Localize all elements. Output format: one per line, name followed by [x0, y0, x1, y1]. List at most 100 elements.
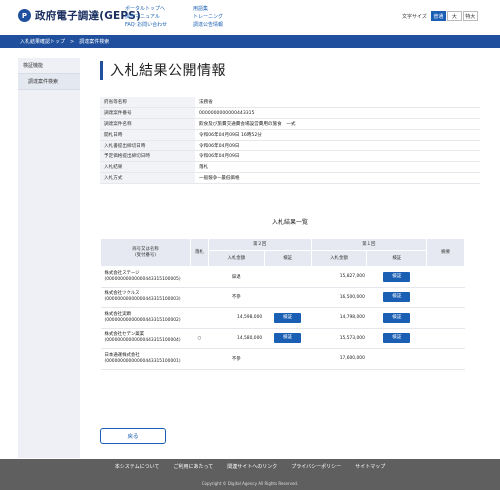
round2-amount: 14,580,000 — [208, 328, 265, 349]
case-info-table: 府省等名称 法務省 調達案件番号 0000000000000443315 調達案件名… — [100, 97, 480, 184]
geps-logo-icon: P — [18, 9, 31, 22]
company-number: (00000000000000443315100003) — [104, 297, 181, 303]
title-accent-bar — [100, 60, 103, 80]
table-row: 株式会社ツクルス (00000000000000443315100003) 不参 16… — [100, 287, 465, 308]
round1-amount: 14,798,000 — [311, 307, 367, 329]
round2-verify-cell: 検証 — [264, 307, 312, 329]
award-mark — [190, 266, 209, 288]
info-row: 入札書提出締切日時 令和06年04月09日 — [100, 140, 480, 152]
info-key: 調達案件番号 — [100, 107, 195, 120]
round2-amount: 14,598,000 — [208, 307, 265, 329]
company-number: (00000000000000443315100005) — [104, 276, 181, 282]
header-links-right: 用語集 トレーニング 調達公告情報 — [193, 5, 223, 29]
back-button[interactable]: 戻る — [100, 428, 166, 444]
info-row: 入札方式 一般競争−最低価格 — [100, 172, 480, 184]
verify-button[interactable]: 検証 — [383, 292, 411, 303]
award-mark — [190, 348, 209, 370]
col-company-header: 商号又は名称 (受付番号) — [100, 238, 191, 267]
manual-link[interactable]: 操作マニュアル — [125, 13, 167, 21]
info-key: 調達案件名称 — [100, 118, 195, 130]
info-row: 入札結果 落札 — [100, 161, 480, 174]
sidebar-item-search[interactable]: 調達案件検索 — [18, 74, 80, 90]
font-size-normal-button[interactable]: 普通 — [430, 11, 446, 21]
site-footer: 本システムについて ご利用にあたって 関連サイトへのリンク プライバシーポリシー… — [0, 459, 500, 490]
page-title-text: 入札結果公開情報 — [110, 63, 226, 79]
procurement-info-link[interactable]: 調達公告情報 — [193, 21, 223, 29]
company-cell: 株式会社ステージ (00000000000000443315100005) — [100, 266, 191, 288]
round2-amount: 不参 — [208, 287, 265, 308]
round2-amount: 辞退 — [208, 266, 265, 288]
font-size-xlarge-button[interactable]: 特大 — [462, 11, 478, 21]
info-key: 入札方式 — [100, 172, 195, 184]
footer-link-about[interactable]: 本システムについて — [115, 463, 160, 470]
footer-link-related[interactable]: 関連サイトへのリンク — [227, 463, 277, 470]
col-round1-verify-header: 検証 — [366, 250, 428, 267]
round1-amount: 17,600,000 — [311, 348, 367, 370]
col-round1-amount-header: 入札金額 — [310, 250, 368, 267]
remarks-cell — [426, 348, 465, 370]
col-round1-header: 第１回 — [310, 238, 428, 251]
info-row: 開札日時 令和06年04月09日 16時52分 — [100, 129, 480, 141]
results-table: 商号又は名称 (受付番号) 落札 第２回 第１回 摘要 入札金額 検証 入札金額… — [100, 238, 465, 370]
footer-link-terms[interactable]: ご利用にあたって — [174, 463, 214, 470]
page-title: 入札結果公開情報 — [100, 60, 480, 80]
table-row: 株式会社ステージ (00000000000000443315100005) 辞退 15… — [100, 266, 465, 288]
company-number: (00000000000000443315100001) — [104, 358, 181, 364]
header-links-left: ポータルトップへ 操作マニュアル FAQ･お問い合わせ — [125, 5, 167, 29]
company-cell: 株式会社ツクルス (00000000000000443315100003) — [100, 287, 191, 308]
breadcrumb-separator: > — [70, 38, 75, 45]
info-value: 落札 — [195, 161, 480, 174]
round2-amount: 不参 — [208, 348, 265, 370]
breadcrumb-current: 調達案件検索 — [79, 39, 110, 45]
info-key: 府省等名称 — [100, 97, 195, 109]
verify-button[interactable]: 検証 — [274, 333, 302, 344]
round2-verify-cell — [264, 348, 312, 370]
breadcrumb: 入札結果確認トップ > 調達案件検索 — [0, 35, 500, 48]
table-row: 日本通運株式会社 (00000000000000443315100001) 不参 17… — [100, 348, 465, 370]
footer-link-sitemap[interactable]: サイトマップ — [355, 463, 385, 470]
footer-link-privacy[interactable]: プライバシーポリシー — [291, 463, 341, 470]
round2-verify-cell — [264, 266, 312, 288]
results-title: 入札結果一覧 — [271, 219, 308, 226]
site-logo[interactable]: P 政府電子調達(GEPS) — [18, 8, 141, 23]
verify-button[interactable]: 検証 — [383, 312, 411, 323]
round1-verify-cell: 検証 — [366, 287, 427, 308]
award-mark — [190, 307, 209, 329]
info-value: 法務省 — [195, 97, 480, 109]
round1-amount: 16,500,000 — [311, 287, 367, 308]
verify-button[interactable]: 検証 — [274, 312, 302, 323]
info-key: 入札書提出締切日時 — [100, 140, 195, 152]
breadcrumb-top-link[interactable]: 入札結果確認トップ — [20, 38, 65, 45]
info-value: 0000000000000443315 — [195, 107, 480, 120]
award-mark — [190, 287, 209, 308]
round1-amount: 15,573,000 — [311, 328, 367, 349]
company-number: (00000000000000443315100004) — [104, 338, 181, 344]
info-row: 調達案件番号 0000000000000443315 — [100, 107, 480, 120]
font-size-large-button[interactable]: 大 — [446, 11, 462, 21]
col-round2-header: 第２回 — [207, 238, 312, 251]
info-value: 令和06年04月09日 16時52分 — [195, 129, 480, 141]
sidebar-item-verify[interactable]: 検証機能 — [18, 58, 80, 74]
info-row: 府省等名称 法務省 — [100, 97, 480, 109]
col-round2-amount-header: 入札金額 — [207, 250, 265, 267]
round2-verify-cell: 検証 — [264, 328, 312, 349]
glossary-link[interactable]: 用語集 — [193, 5, 223, 13]
main-content: 入札結果公開情報 府省等名称 法務省 調達案件番号 0000000000000443… — [100, 60, 480, 370]
remarks-cell — [426, 328, 465, 349]
info-key: 開札日時 — [100, 129, 195, 141]
info-row: 予定価格提出締切日時 令和06年04月09日 — [100, 150, 480, 163]
portal-top-link[interactable]: ポータルトップへ — [125, 5, 167, 13]
remarks-cell — [426, 266, 465, 288]
verify-button[interactable]: 検証 — [383, 333, 411, 344]
results-body: 株式会社ステージ (00000000000000443315100005) 辞退 15… — [100, 266, 465, 370]
training-link[interactable]: トレーニング — [193, 13, 223, 21]
copyright: Copyright © Digital Agency All Rights Re… — [201, 481, 299, 486]
round1-amount: 15,827,000 — [311, 266, 367, 288]
site-header: P 政府電子調達(GEPS) ポータルトップへ 操作マニュアル FAQ･お問い合… — [0, 0, 500, 35]
info-value: 飲食及び旅費交通費会場設営費用の施食 一式 — [195, 118, 480, 130]
verify-button[interactable]: 検証 — [383, 271, 411, 282]
table-row: 株式会社実顕 (00000000000000443315100002) 14,598… — [100, 307, 465, 329]
round2-verify-cell — [264, 287, 312, 308]
info-key: 入札結果 — [100, 161, 195, 174]
faq-link[interactable]: FAQ･お問い合わせ — [125, 21, 167, 29]
